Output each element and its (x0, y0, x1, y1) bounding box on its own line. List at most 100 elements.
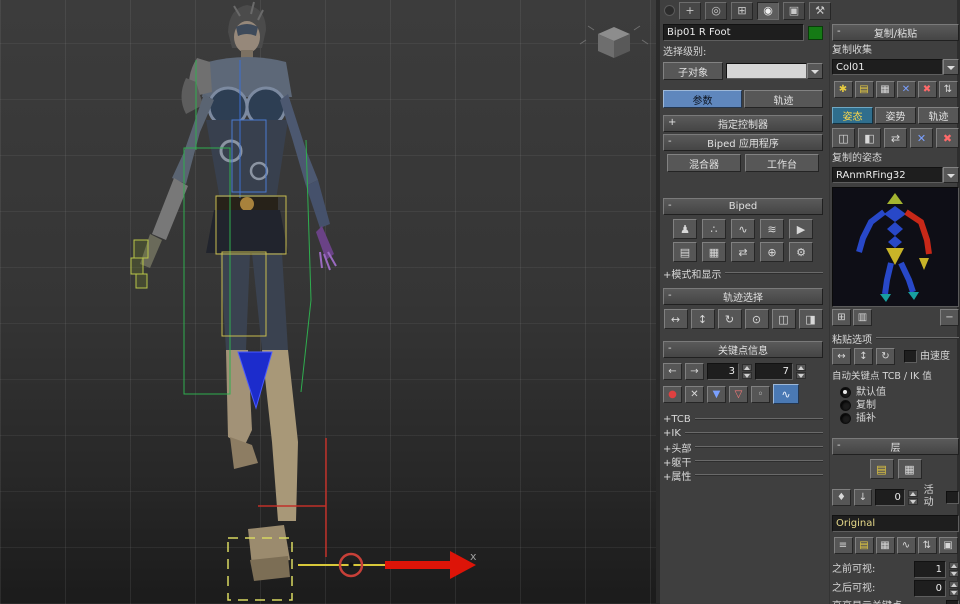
figure-mode-button[interactable]: ♟ (673, 219, 697, 239)
visible-after-spinner[interactable] (949, 581, 959, 596)
tab-display[interactable]: ▣ (783, 1, 805, 20)
properties-expander[interactable]: +属性 (663, 468, 823, 483)
motion-flow-mode-button[interactable]: ∿ (731, 219, 755, 239)
set-free-key-button[interactable]: ◦ (751, 385, 770, 403)
rollout-layers[interactable]: - 层 (832, 438, 959, 455)
paste-posture-button[interactable]: ◧ (858, 128, 881, 148)
layer-index-field[interactable]: 0 (875, 488, 905, 506)
layer-updown-button[interactable]: ⇅ (917, 537, 937, 554)
open-collection-button[interactable]: ▤ (854, 81, 874, 98)
visible-after-field[interactable]: 0 (914, 580, 946, 597)
ik-expander[interactable]: +IK (663, 426, 823, 440)
head-expander[interactable]: +头部 (663, 440, 823, 455)
tab-hierarchy[interactable]: ⊞ (731, 1, 753, 20)
posture-combo[interactable]: RAnmRFing32 (832, 167, 959, 183)
object-color-swatch[interactable] (808, 25, 823, 40)
copy-posture-button[interactable]: ◫ (832, 128, 855, 148)
tab-utilities[interactable]: ⚒ (809, 1, 831, 20)
paste-rotation-button[interactable]: ↻ (876, 348, 895, 365)
paste-opposite-button[interactable]: ⇄ (884, 128, 907, 148)
layer-index-spinner[interactable] (907, 489, 918, 505)
symmetrical-button[interactable]: ◫ (771, 309, 796, 329)
delete-all-collections-button[interactable]: ✖ (917, 81, 937, 98)
body-vertical-button[interactable]: ↕ (690, 309, 715, 329)
rollout-key-info[interactable]: - 关键点信息 (663, 341, 823, 358)
opposite-button[interactable]: ◨ (798, 309, 823, 329)
set-key-button[interactable]: ● (663, 385, 682, 403)
preview-extents-button[interactable]: ⊞ (832, 309, 851, 326)
layer-name-field[interactable]: Original (832, 515, 959, 532)
subobject-combo[interactable] (726, 63, 823, 79)
collapse-layer-button[interactable]: ▦ (875, 537, 895, 554)
delete-all-postures-button[interactable]: ✖ (936, 128, 959, 148)
rollout-biped-apps[interactable]: - Biped 应用程序 (663, 134, 823, 151)
by-velocity-checkbox[interactable] (904, 350, 917, 363)
transform-gizmo[interactable] (298, 551, 476, 579)
collection-combo[interactable]: Col01 (832, 59, 959, 75)
load-preferences-button[interactable]: ⇅ (938, 81, 958, 98)
visible-before-spinner[interactable] (949, 562, 959, 577)
biped-playback-button[interactable]: ▶ (789, 219, 813, 239)
layer-mark-button[interactable]: ♦ (832, 488, 851, 506)
save-file-button[interactable]: ▦ (702, 242, 726, 262)
tab-create[interactable]: + (679, 1, 701, 20)
rollout-assign-controller[interactable]: + 指定控制器 (663, 115, 823, 132)
active-checkbox[interactable] (946, 490, 960, 504)
helper-cube[interactable] (579, 25, 649, 58)
radio-default[interactable] (840, 387, 851, 398)
set-sliding-key-button[interactable]: ▽ (729, 385, 748, 403)
next-key-button[interactable]: → (685, 363, 704, 380)
subobject-button[interactable]: 子对象 (663, 62, 723, 80)
key-number-field[interactable]: 3 (707, 363, 739, 380)
biped-settings-button[interactable]: ⚙ (789, 242, 813, 262)
move-all-mode-button[interactable]: ⊕ (760, 242, 784, 262)
key-number-spinner[interactable] (742, 364, 752, 379)
tcb-expander[interactable]: +TCB (663, 412, 823, 426)
create-layer-button[interactable]: ▤ (869, 459, 894, 479)
convert-button[interactable]: ⇄ (731, 242, 755, 262)
radio-copied[interactable] (840, 400, 851, 411)
previous-key-button[interactable]: ← (663, 363, 682, 380)
activate-layer-button[interactable]: ▤ (854, 537, 874, 554)
mixer-button[interactable]: 混合器 (667, 154, 741, 172)
object-name-field[interactable]: Bip01 R Foot (663, 24, 804, 41)
load-file-button[interactable]: ▤ (673, 242, 697, 262)
rollout-track-selection[interactable]: - 轨迹选择 (663, 288, 823, 305)
layer-down-button[interactable]: ↓ (853, 488, 873, 506)
tab-posture[interactable]: 姿态 (832, 107, 873, 124)
posture-preview[interactable] (832, 187, 959, 307)
body-expander[interactable]: +躯干 (663, 454, 823, 469)
delete-posture-button[interactable]: ✕ (910, 128, 933, 148)
lock-com-button[interactable]: ⊙ (744, 309, 769, 329)
tab-motion[interactable]: ◉ (757, 1, 779, 20)
rollout-biped[interactable]: - Biped (663, 198, 823, 215)
paste-horizontal-button[interactable]: ↔ (832, 348, 851, 365)
preview-display-button[interactable]: ▥ (853, 309, 872, 326)
preview-collapse-button[interactable]: − (940, 309, 959, 326)
x-axis-arrow[interactable] (385, 551, 476, 579)
delete-collection-button[interactable]: ✕ (896, 81, 916, 98)
tab-modify[interactable]: ◎ (705, 1, 727, 20)
trajectories-button[interactable]: 轨迹 (744, 90, 823, 108)
paste-vertical-button[interactable]: ↕ (854, 348, 873, 365)
frame-number-field[interactable]: 7 (755, 363, 793, 380)
tab-track[interactable]: 轨迹 (918, 107, 959, 124)
chevron-down-icon[interactable] (807, 63, 823, 79)
tab-pose[interactable]: 姿势 (875, 107, 916, 124)
viewport[interactable]: x (0, 0, 660, 604)
panel-menu-icon[interactable] (664, 5, 675, 16)
chevron-down-icon[interactable] (943, 59, 959, 75)
snap-set-key-button[interactable]: ≡ (833, 537, 853, 554)
chevron-down-icon[interactable] (943, 167, 959, 183)
body-rotation-button[interactable]: ↻ (717, 309, 742, 329)
modes-display-expander[interactable]: +模式和显示 (663, 266, 823, 281)
layer-select-button[interactable]: ▣ (938, 537, 958, 554)
body-horizontal-button[interactable]: ↔ (663, 309, 688, 329)
workbench-button[interactable]: 工作台 (745, 154, 819, 172)
trajectories-toggle[interactable]: ∿ (773, 384, 799, 404)
frame-number-spinner[interactable] (796, 364, 806, 379)
mixer-mode-button[interactable]: ≋ (760, 219, 784, 239)
parameters-button[interactable]: 参数 (663, 90, 742, 108)
delete-key-button[interactable]: ✕ (685, 385, 704, 403)
layer-curve-button[interactable]: ∿ (896, 537, 916, 554)
